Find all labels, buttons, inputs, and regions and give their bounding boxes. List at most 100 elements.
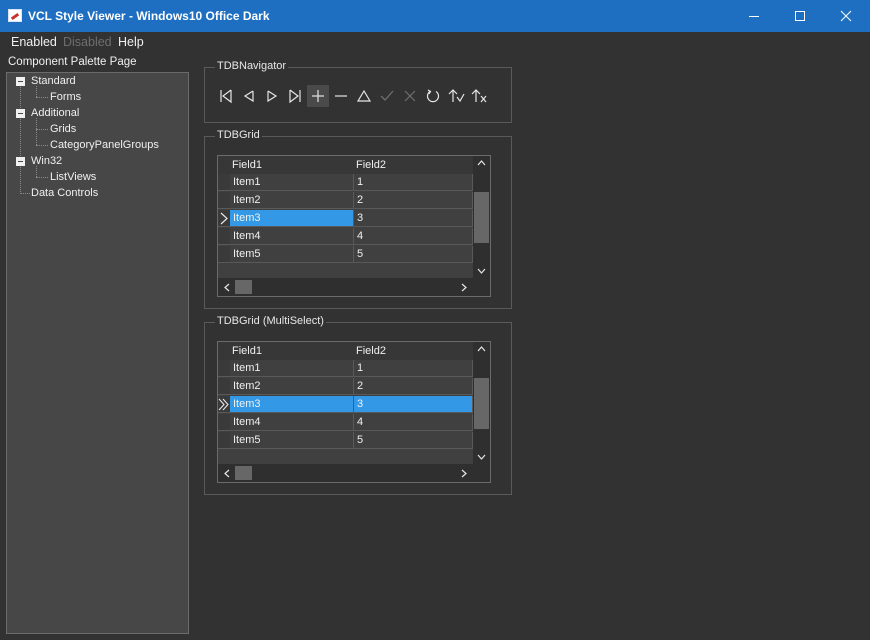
table-cell[interactable]: 2 [354, 192, 473, 209]
table-cell-selected[interactable]: Item3 [230, 210, 354, 227]
table-cell[interactable]: 3 [354, 210, 473, 227]
nav-last-button[interactable] [284, 85, 306, 107]
vertical-scrollbar[interactable] [473, 156, 490, 280]
tree-connector [36, 97, 48, 98]
scroll-right-icon[interactable] [461, 283, 467, 292]
table-cell[interactable]: 5 [354, 432, 473, 449]
tree-node-forms[interactable]: Forms [50, 91, 81, 103]
db-grid-multiselect[interactable]: Field1 Field2 Item1 1 Item2 2 Item3 3 It… [217, 341, 491, 483]
table-cell[interactable]: Item1 [230, 360, 354, 377]
edit-icon [356, 89, 372, 102]
menu-enabled[interactable]: Enabled [11, 35, 57, 49]
refresh-icon [426, 89, 440, 103]
scroll-left-icon[interactable] [224, 469, 230, 478]
tree-node-categorypanelgroups[interactable]: CategoryPanelGroups [50, 139, 159, 151]
horizontal-scroll-thumb[interactable] [235, 466, 252, 480]
delete-icon [335, 95, 347, 97]
horizontal-scrollbar[interactable] [218, 464, 473, 482]
minimize-button[interactable] [731, 0, 777, 32]
collapse-toggle-icon[interactable] [16, 77, 25, 86]
cancel-icon [404, 90, 416, 102]
scroll-up-icon[interactable] [477, 346, 486, 352]
horizontal-scroll-thumb[interactable] [235, 280, 252, 294]
close-button[interactable] [823, 0, 869, 32]
table-cell[interactable]: Item1 [230, 174, 354, 191]
row-indicator-current [218, 396, 230, 413]
navigator-group: TDBNavigator [204, 60, 512, 123]
nav-insert-button[interactable] [307, 85, 329, 107]
table-cell-selected[interactable]: 3 [354, 396, 473, 413]
current-row-arrow-icon [220, 212, 228, 225]
nav-edit-button[interactable] [353, 85, 375, 107]
multiselect-current-row-icon [218, 398, 229, 411]
row-indicator [218, 360, 230, 377]
tree-connector [36, 145, 48, 146]
vertical-scroll-thumb[interactable] [474, 192, 489, 243]
next-icon [267, 90, 278, 103]
table-cell[interactable]: 5 [354, 246, 473, 263]
tree-connector [36, 177, 48, 178]
collapse-toggle-icon[interactable] [16, 109, 25, 118]
horizontal-scrollbar[interactable] [218, 278, 473, 296]
row-indicator [218, 432, 230, 449]
scroll-corner [473, 278, 490, 296]
title-bar: VCL Style Viewer - Windows10 Office Dark [0, 0, 870, 32]
tree-connector [36, 86, 37, 97]
menu-help[interactable]: Help [118, 35, 144, 49]
collapse-toggle-icon[interactable] [16, 157, 25, 166]
nav-next-button[interactable] [261, 85, 283, 107]
minimize-icon [749, 16, 759, 17]
scroll-left-icon[interactable] [224, 283, 230, 292]
tree-connector [20, 193, 30, 194]
table-cell[interactable]: 4 [354, 414, 473, 431]
close-icon [840, 10, 852, 22]
palette-tree[interactable]: Standard Forms Additional Grids Category… [6, 72, 189, 634]
tree-connector [36, 166, 37, 177]
nav-first-button[interactable] [215, 85, 237, 107]
first-icon [220, 89, 232, 104]
nav-cancel-updates-button[interactable] [468, 85, 490, 107]
table-cell[interactable]: 4 [354, 228, 473, 245]
table-cell-selected[interactable]: Item3 [230, 396, 354, 413]
grid-caption: TDBGrid [215, 129, 262, 141]
maximize-button[interactable] [777, 0, 823, 32]
nav-delete-button[interactable] [330, 85, 352, 107]
table-cell[interactable]: 2 [354, 378, 473, 395]
table-cell[interactable]: Item4 [230, 228, 354, 245]
table-cell[interactable]: Item2 [230, 192, 354, 209]
nav-prior-button[interactable] [238, 85, 260, 107]
table-cell[interactable]: Item5 [230, 432, 354, 449]
tree-node-additional[interactable]: Additional [31, 107, 79, 119]
column-header-field2[interactable]: Field2 [354, 156, 473, 174]
tree-node-standard[interactable]: Standard [31, 75, 76, 87]
cancel-updates-icon [471, 89, 487, 103]
menu-bar: Enabled Disabled Help [0, 32, 870, 52]
db-grid[interactable]: Field1 Field2 Item1 1 Item2 2 Item3 3 It… [217, 155, 491, 297]
column-header-field2[interactable]: Field2 [354, 342, 473, 360]
scroll-down-icon[interactable] [477, 454, 486, 460]
table-cell[interactable]: Item5 [230, 246, 354, 263]
table-cell[interactable]: Item2 [230, 378, 354, 395]
nav-refresh-button[interactable] [422, 85, 444, 107]
vertical-scrollbar[interactable] [473, 342, 490, 466]
column-header-field1[interactable]: Field1 [230, 156, 354, 174]
row-indicator [218, 378, 230, 395]
tree-node-listviews[interactable]: ListViews [50, 171, 96, 183]
scroll-right-icon[interactable] [461, 469, 467, 478]
nav-apply-updates-button[interactable] [445, 85, 467, 107]
tree-connector [20, 81, 21, 194]
scroll-up-icon[interactable] [477, 160, 486, 166]
tree-node-grids[interactable]: Grids [50, 123, 76, 135]
row-indicator [218, 228, 230, 245]
row-indicator-current [218, 210, 230, 227]
column-header-field1[interactable]: Field1 [230, 342, 354, 360]
vertical-scroll-thumb[interactable] [474, 378, 489, 429]
scroll-down-icon[interactable] [477, 268, 486, 274]
table-cell[interactable]: 1 [354, 174, 473, 191]
table-cell[interactable]: Item4 [230, 414, 354, 431]
tree-node-data-controls[interactable]: Data Controls [31, 187, 98, 199]
menu-disabled: Disabled [63, 35, 112, 49]
table-cell[interactable]: 1 [354, 360, 473, 377]
post-icon [380, 90, 394, 101]
tree-node-win32[interactable]: Win32 [31, 155, 62, 167]
